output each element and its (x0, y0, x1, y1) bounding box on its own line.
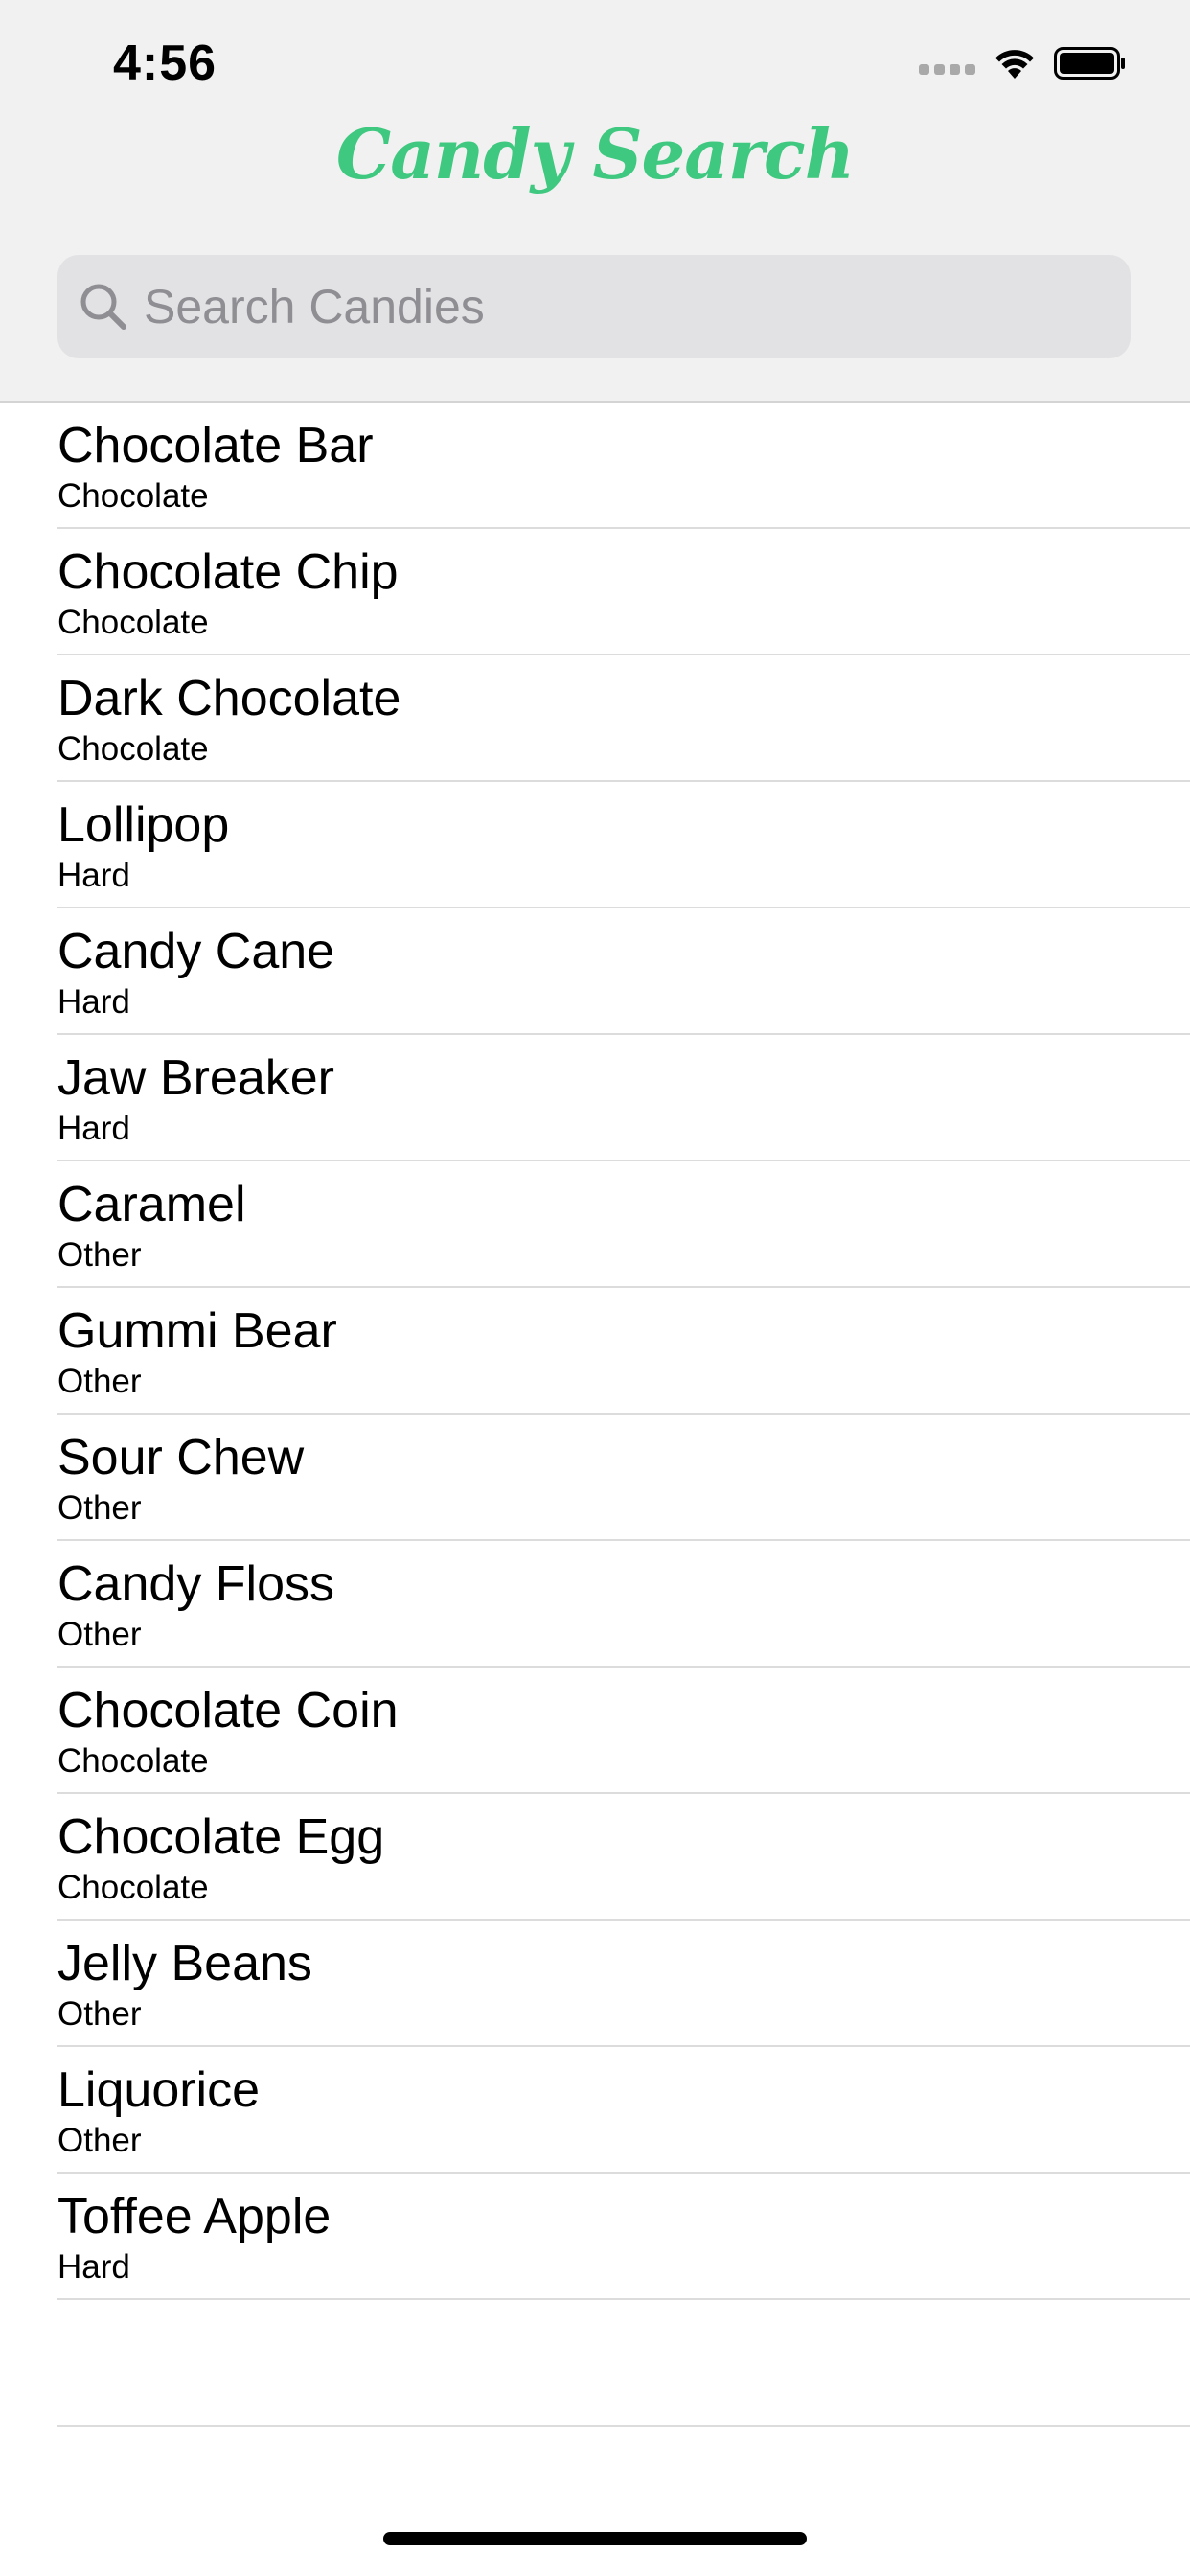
candy-category: Chocolate (57, 730, 209, 768)
candy-category: Hard (57, 983, 130, 1021)
cellular-signal-icon (919, 63, 975, 75)
wifi-icon (995, 50, 1034, 79)
list-item[interactable]: Candy Cane Hard (57, 908, 1190, 1035)
status-time: 4:56 (113, 35, 217, 91)
candy-name: Candy Cane (57, 924, 335, 979)
search-bar[interactable] (57, 255, 1131, 358)
list-item[interactable]: Chocolate Egg Chocolate (57, 1794, 1190, 1920)
list-item[interactable]: Liquorice Other (57, 2047, 1190, 2174)
list-item[interactable]: Gummi Bear Other (57, 1288, 1190, 1414)
candy-name: Liquorice (57, 2062, 261, 2118)
candy-category: Chocolate (57, 1742, 209, 1780)
candy-name: Gummi Bear (57, 1303, 337, 1359)
candy-category: Hard (57, 857, 130, 894)
candy-category: Chocolate (57, 477, 209, 515)
list-item[interactable]: Caramel Other (57, 1162, 1190, 1288)
candy-name: Lollipop (57, 797, 230, 853)
page-title: Candy Search (335, 113, 855, 195)
candy-category: Other (57, 1995, 142, 2033)
home-indicator (383, 2532, 807, 2545)
candy-category: Other (57, 2122, 142, 2159)
list-item[interactable]: Sour Chew Other (57, 1414, 1190, 1541)
list-item[interactable]: Candy Floss Other (57, 1541, 1190, 1668)
candy-name: Jaw Breaker (57, 1050, 334, 1106)
candy-category: Other (57, 1236, 142, 1274)
candy-name: Chocolate Bar (57, 418, 374, 473)
search-input[interactable] (144, 268, 1064, 345)
candy-name: Caramel (57, 1177, 246, 1232)
battery-icon (1054, 47, 1125, 80)
list-item[interactable]: Jelly Beans Other (57, 1920, 1190, 2047)
status-icons (919, 44, 1127, 82)
candy-name: Candy Floss (57, 1556, 334, 1612)
candy-category: Other (57, 1363, 142, 1400)
list-item[interactable]: Jaw Breaker Hard (57, 1035, 1190, 1162)
candy-name: Chocolate Egg (57, 1809, 385, 1865)
candy-category: Hard (57, 1110, 130, 1147)
candy-list[interactable]: Chocolate Bar Chocolate Chocolate Chip Choc… (0, 402, 1190, 2426)
candy-name: Jelly Beans (57, 1936, 312, 1991)
list-item[interactable]: Lollipop Hard (57, 782, 1190, 908)
list-item[interactable]: Toffee Apple Hard (57, 2174, 1190, 2300)
candy-name: Toffee Apple (57, 2189, 332, 2244)
candy-name: Dark Chocolate (57, 671, 401, 726)
candy-category: Chocolate (57, 604, 209, 641)
list-item[interactable]: Chocolate Bar Chocolate (57, 402, 1190, 529)
list-item[interactable]: Chocolate Chip Chocolate (57, 529, 1190, 656)
candy-category: Chocolate (57, 1869, 209, 1906)
empty-table-row (57, 2300, 1190, 2426)
list-item[interactable]: Dark Chocolate Chocolate (57, 656, 1190, 782)
candy-name: Chocolate Chip (57, 544, 399, 600)
candy-name: Sour Chew (57, 1430, 305, 1485)
candy-category: Other (57, 1489, 142, 1527)
candy-category: Hard (57, 2248, 130, 2286)
navigation-header: 4:56 Candy Search (0, 0, 1190, 402)
list-item[interactable]: Chocolate Coin Chocolate (57, 1668, 1190, 1794)
candy-category: Other (57, 1616, 142, 1653)
candy-name: Chocolate Coin (57, 1683, 399, 1738)
search-icon (77, 280, 130, 334)
